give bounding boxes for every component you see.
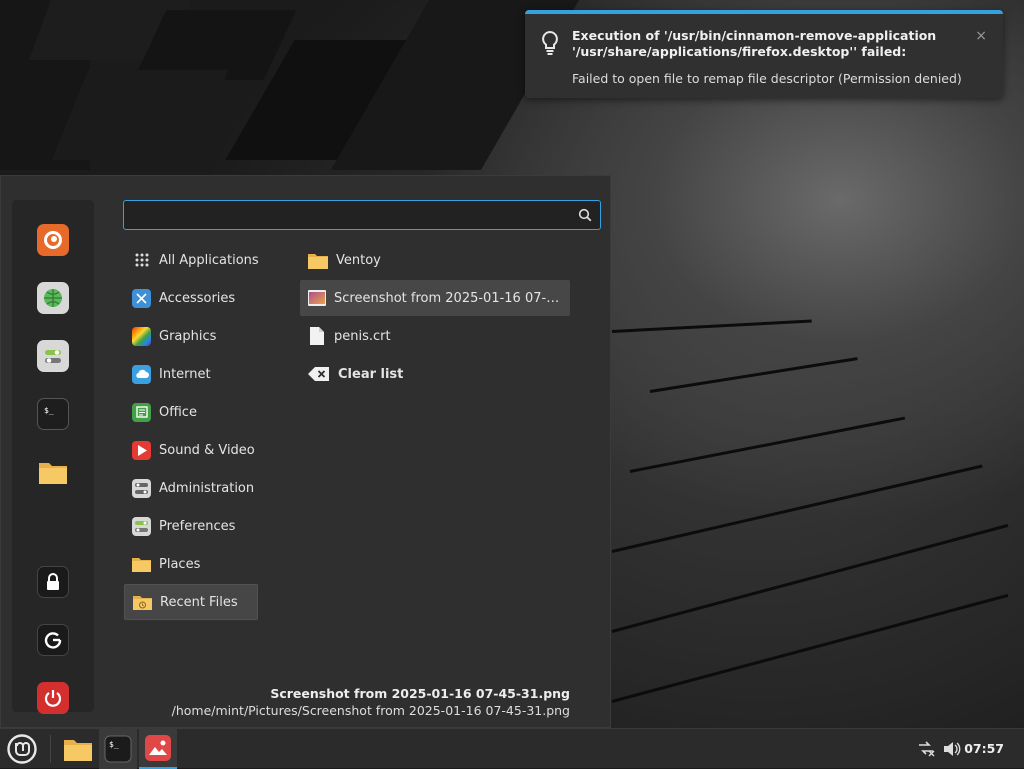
category-office[interactable]: Office [124, 394, 258, 430]
clock[interactable]: 07:57 [964, 741, 1004, 756]
category-label: Accessories [159, 290, 236, 306]
preferences-icon [132, 516, 151, 536]
terminal-icon: $_ [104, 735, 132, 763]
administration-icon [132, 478, 151, 498]
category-accessories[interactable]: Accessories [124, 280, 258, 316]
lock-screen-button[interactable] [37, 566, 69, 598]
recent-item-label: penis.crt [334, 328, 391, 344]
category-label: Sound & Video [159, 442, 255, 458]
file-icon [308, 326, 326, 346]
volume-icon [944, 742, 961, 756]
recent-item-screenshot[interactable]: Screenshot from 2025-01-16 07-45-31.png [300, 280, 570, 316]
favorite-settings[interactable] [37, 340, 69, 372]
mint-logo-icon [7, 734, 37, 764]
office-icon [132, 402, 151, 422]
files-icon [39, 463, 67, 484]
selected-item-name: Screenshot from 2025-01-16 07-45-31.png [270, 686, 570, 701]
network-indicator[interactable] [914, 729, 938, 769]
grid-icon [132, 251, 151, 270]
svg-text:$_: $_ [109, 740, 119, 749]
taskbar: $_ 07:57 [0, 728, 1024, 769]
terminal-icon: $_ [44, 406, 54, 415]
taskbar-files[interactable] [58, 729, 98, 769]
power-icon [44, 690, 62, 707]
search-icon [578, 208, 592, 222]
recent-item-penis-crt[interactable]: penis.crt [300, 318, 570, 354]
search-input[interactable] [132, 205, 566, 227]
notification-close-button[interactable]: × [975, 28, 987, 44]
files-icon [64, 740, 92, 761]
clear-list-button[interactable]: Clear list [300, 356, 570, 392]
category-all-applications[interactable]: All Applications [124, 242, 259, 278]
recent-item-ventoy[interactable]: Ventoy [300, 242, 570, 278]
clear-icon [308, 366, 330, 382]
shutdown-button[interactable] [37, 682, 69, 714]
lightbulb-icon [542, 30, 558, 55]
category-preferences[interactable]: Preferences [124, 508, 258, 544]
notification-body: Failed to open file to remap file descri… [572, 71, 962, 86]
image-icon [308, 290, 326, 306]
application-menu: $_ All Applications Accessories Graphics… [0, 175, 611, 728]
category-label: Office [159, 404, 197, 420]
category-label: Preferences [159, 518, 236, 534]
recent-item-label: Ventoy [336, 252, 381, 268]
settings-icon [45, 350, 61, 363]
recent-files-icon [133, 593, 152, 612]
logout-icon [44, 632, 62, 649]
firefox-icon [44, 231, 62, 249]
logout-button[interactable] [37, 624, 69, 656]
image-viewer-icon [145, 735, 171, 761]
category-label: Graphics [159, 328, 217, 344]
internet-icon [132, 364, 151, 384]
category-label: Places [159, 556, 201, 572]
category-administration[interactable]: Administration [124, 470, 258, 506]
taskbar-separator [50, 735, 51, 763]
menu-button[interactable] [0, 729, 44, 769]
search-box[interactable] [123, 200, 601, 230]
favorite-terminal[interactable]: $_ [37, 398, 69, 430]
selected-item-path: /home/mint/Pictures/Screenshot from 2025… [171, 703, 570, 718]
graphics-icon [132, 326, 151, 346]
category-graphics[interactable]: Graphics [124, 318, 258, 354]
category-places[interactable]: Places [124, 546, 258, 582]
svg-text:$_: $_ [44, 406, 54, 415]
notification-title: Execution of '/usr/bin/cinnamon-remove-a… [572, 28, 937, 59]
taskbar-terminal[interactable]: $_ [99, 729, 137, 769]
recent-item-label: Screenshot from 2025-01-16 07-45-31.png [334, 290, 566, 306]
network-disconnected-icon [919, 741, 935, 757]
volume-indicator[interactable] [940, 729, 964, 769]
category-label: Administration [159, 480, 255, 496]
lock-icon [47, 573, 59, 590]
places-icon [132, 555, 151, 574]
sound-video-icon [132, 440, 151, 460]
folder-icon [308, 252, 328, 269]
category-label: All Applications [159, 252, 259, 268]
category-label: Internet [159, 366, 211, 382]
webapps-icon [44, 289, 62, 307]
favorites-sidebar: $_ [12, 200, 94, 714]
category-sound-video[interactable]: Sound & Video [124, 432, 258, 468]
category-label: Recent Files [160, 594, 238, 610]
accessories-icon [132, 288, 151, 308]
category-recent-files[interactable]: Recent Files [124, 584, 258, 620]
favorite-webapps[interactable] [37, 282, 69, 314]
favorite-firefox[interactable] [37, 224, 69, 256]
recent-item-label: Clear list [338, 366, 404, 382]
favorite-files[interactable] [37, 456, 69, 488]
category-internet[interactable]: Internet [124, 356, 258, 392]
notification[interactable]: Execution of '/usr/bin/cinnamon-remove-a… [525, 10, 1003, 98]
taskbar-image-viewer[interactable] [139, 729, 177, 769]
